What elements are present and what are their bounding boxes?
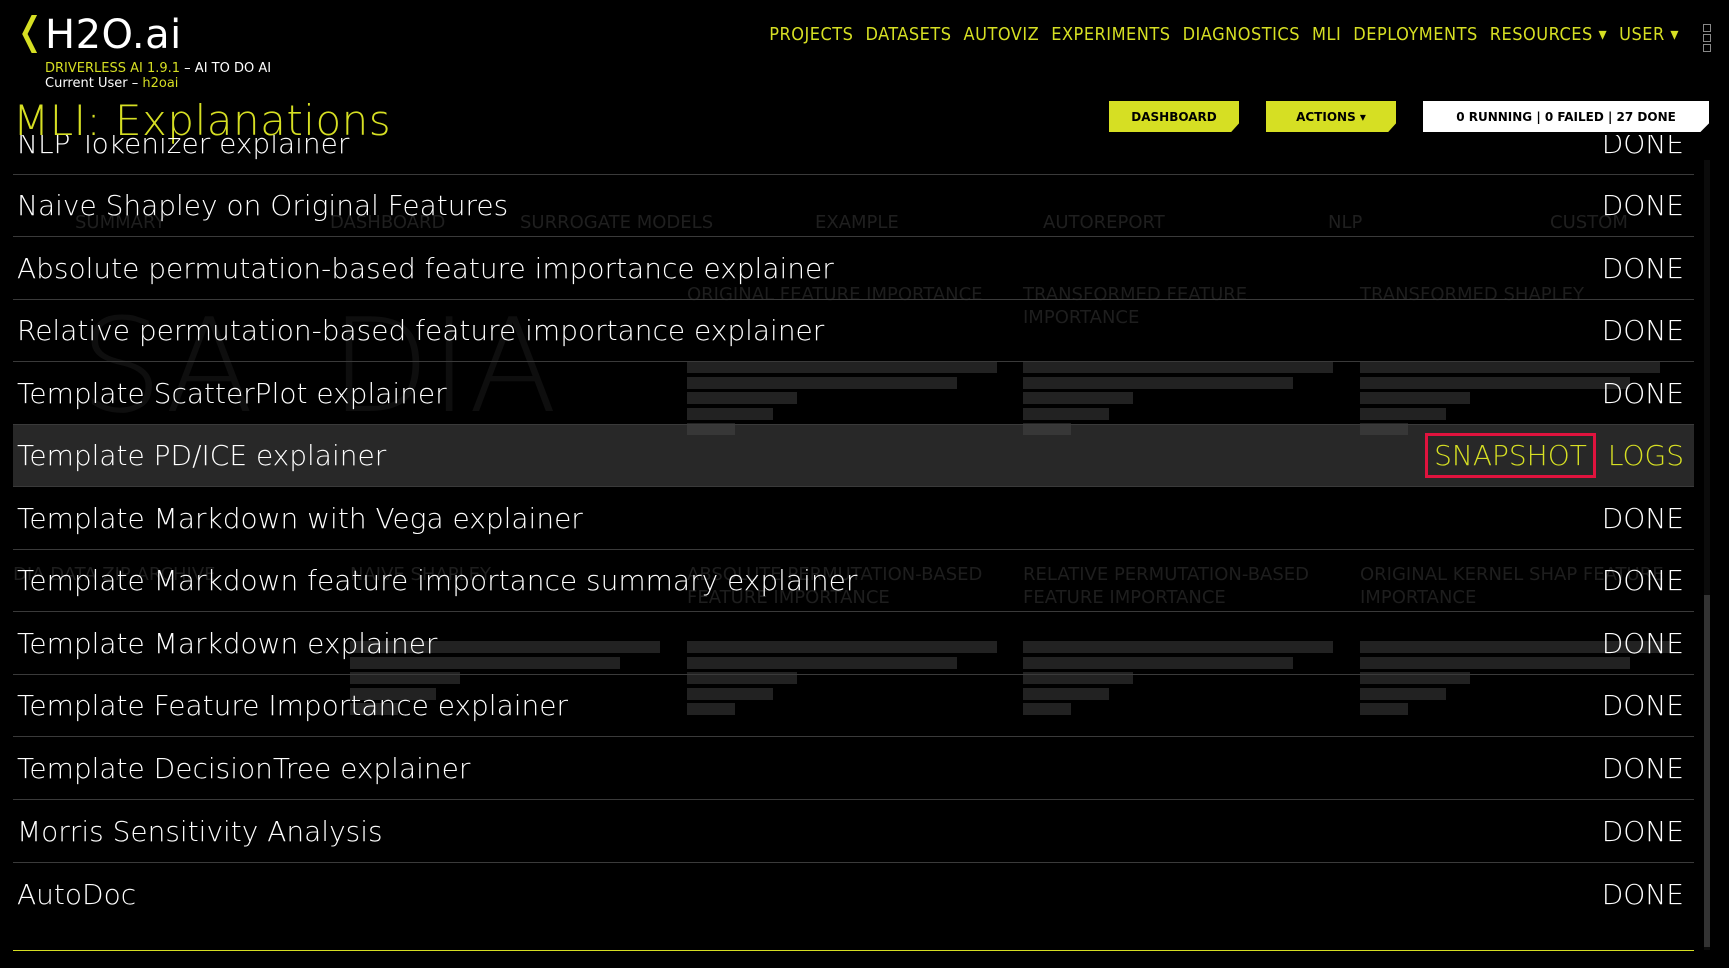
version-text: DRIVERLESS AI 1.9.1 <box>45 61 181 76</box>
current-user-label: Current User – <box>45 76 143 91</box>
dashboard-button[interactable]: DASHBOARD <box>1109 101 1239 132</box>
explainer-status: DONE <box>1601 752 1684 785</box>
snapshot-button[interactable]: SNAPSHOT <box>1425 433 1596 478</box>
explainer-list: NLP Tokenizer explainer DONE Naive Shapl… <box>13 135 1694 955</box>
nav-projects[interactable]: PROJECTS <box>769 24 853 45</box>
nav-deployments[interactable]: DEPLOYMENTS <box>1353 24 1477 45</box>
explainer-name: Relative permutation-based feature impor… <box>17 314 825 347</box>
explainer-name: NLP Tokenizer explainer <box>17 135 350 160</box>
explainer-row[interactable]: Relative permutation-based feature impor… <box>13 300 1694 362</box>
app-logo[interactable]: H2O.ai <box>45 12 182 58</box>
explainer-name: Template Feature Importance explainer <box>17 689 569 722</box>
top-navigation: PROJECTS DATASETS AUTOVIZ EXPERIMENTS DI… <box>769 24 1679 45</box>
version-label: DRIVERLESS AI 1.9.1 – AI TO DO AI <box>45 61 271 76</box>
nav-experiments[interactable]: EXPERIMENTS <box>1051 24 1170 45</box>
explainer-row[interactable]: Template Feature Importance explainer DO… <box>13 675 1694 737</box>
current-user-name: h2oai <box>142 76 179 91</box>
list-scroll-thumb[interactable] <box>1704 595 1710 947</box>
explainer-status: DONE <box>1601 252 1684 285</box>
nav-datasets[interactable]: DATASETS <box>865 24 951 45</box>
explainer-row[interactable]: Template ScatterPlot explainer DONE <box>13 363 1694 425</box>
list-bottom-divider <box>13 950 1694 951</box>
explainer-name: Template PD/ICE explainer <box>17 439 387 472</box>
explainer-row[interactable]: Absolute permutation-based feature impor… <box>13 238 1694 300</box>
explainer-status: DONE <box>1601 377 1684 410</box>
explainer-row-actions: SNAPSHOT LOGS <box>1425 433 1684 478</box>
current-user: Current User – h2oai <box>45 76 178 91</box>
nav-mli[interactable]: MLI <box>1312 24 1341 45</box>
app-root: SA DIA SUMMARY DASHBOARD SURROGATE MODEL… <box>0 0 1729 968</box>
explainer-name: Morris Sensitivity Analysis <box>17 815 383 848</box>
logs-button[interactable]: LOGS <box>1608 439 1684 472</box>
explainer-name: Template Markdown explainer <box>17 627 438 660</box>
explainer-name: Template ScatterPlot explainer <box>17 377 447 410</box>
explainer-row[interactable]: Template Markdown feature importance sum… <box>13 550 1694 612</box>
explainer-row[interactable]: Morris Sensitivity Analysis DONE <box>13 801 1694 863</box>
actions-button[interactable]: ACTIONS ▾ <box>1266 101 1396 132</box>
explainer-status: DONE <box>1601 135 1684 160</box>
explainer-status: DONE <box>1601 189 1684 222</box>
nav-user[interactable]: USER ▾ <box>1619 24 1679 45</box>
explainer-row[interactable]: Template DecisionTree explainer DONE <box>13 738 1694 800</box>
explainer-name: Template Markdown feature importance sum… <box>17 564 858 597</box>
logo-chevron-icon[interactable]: ❬ <box>14 12 46 50</box>
explainer-row-selected[interactable]: Template PD/ICE explainer SNAPSHOT LOGS <box>13 425 1694 487</box>
explainer-row[interactable]: Naive Shapley on Original Features DONE <box>13 175 1694 237</box>
tagline-text: – AI TO DO AI <box>180 61 272 76</box>
explainer-status: DONE <box>1601 815 1684 848</box>
explainer-row[interactable]: AutoDoc DONE <box>13 863 1694 925</box>
explainer-status: DONE <box>1601 877 1684 911</box>
explainer-name: Template Markdown with Vega explainer <box>17 502 583 535</box>
explainer-name: Absolute permutation-based feature impor… <box>17 252 834 285</box>
explainer-status: DONE <box>1601 502 1684 535</box>
explainer-name: Naive Shapley on Original Features <box>17 189 509 222</box>
experiment-status-badge: 0 RUNNING | 0 FAILED | 27 DONE <box>1423 101 1709 132</box>
explainer-row[interactable]: NLP Tokenizer explainer DONE <box>13 135 1694 175</box>
nav-resources[interactable]: RESOURCES ▾ <box>1490 24 1607 45</box>
explainer-name: AutoDoc <box>17 877 137 911</box>
explainer-status: DONE <box>1601 564 1684 597</box>
explainer-row[interactable]: Template Markdown explainer DONE <box>13 613 1694 675</box>
apps-grid-icon[interactable] <box>1703 24 1713 54</box>
explainer-status: DONE <box>1601 627 1684 660</box>
explainer-row[interactable]: Template Markdown with Vega explainer DO… <box>13 488 1694 550</box>
explainer-name: Template DecisionTree explainer <box>17 752 471 785</box>
nav-autoviz[interactable]: AUTOVIZ <box>964 24 1040 45</box>
explainer-status: DONE <box>1601 689 1684 722</box>
nav-diagnostics[interactable]: DIAGNOSTICS <box>1183 24 1300 45</box>
explainer-status: DONE <box>1601 314 1684 347</box>
